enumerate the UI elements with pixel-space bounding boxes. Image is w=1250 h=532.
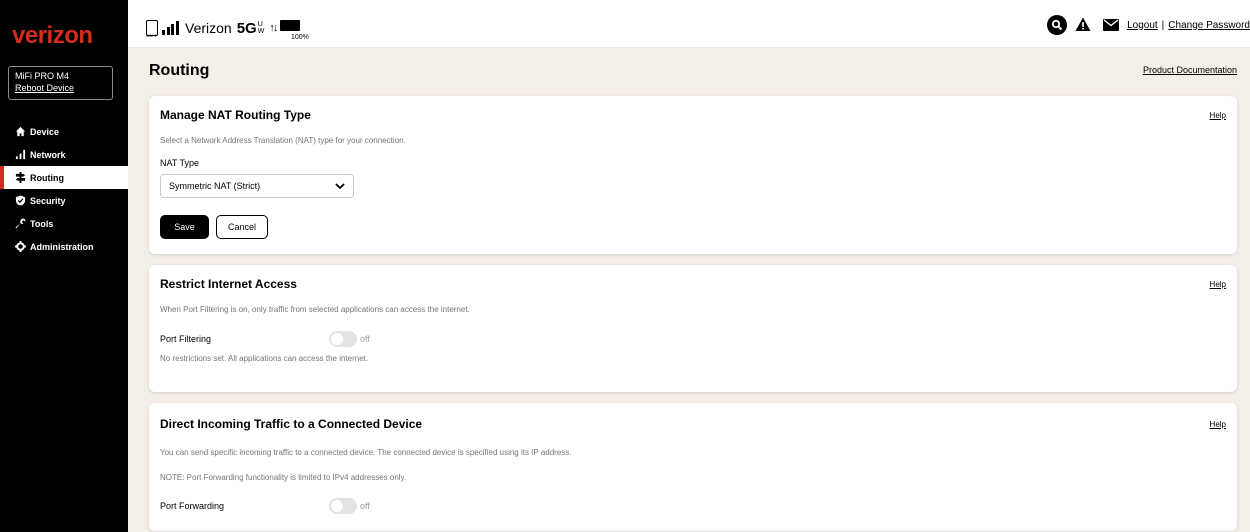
save-button[interactable]: Save	[160, 215, 209, 239]
port-forwarding-label: Port Forwarding	[160, 501, 225, 511]
change-password-link[interactable]: Change Password	[1168, 20, 1250, 31]
nat-type-value: Symmetric NAT (Strict)	[169, 181, 261, 191]
network-subtype-top: U	[257, 21, 263, 28]
sim-label: SIM 1	[146, 33, 157, 38]
mail-icon[interactable]	[1103, 19, 1120, 31]
sidebar-item-device[interactable]: Device	[0, 120, 128, 143]
sidebar-item-security[interactable]: Security	[0, 189, 128, 212]
signal-bars-icon	[14, 149, 26, 161]
page-title: Routing	[149, 62, 210, 79]
shield-icon	[14, 195, 26, 207]
main-content: Routing Product Documentation Manage NAT…	[128, 48, 1250, 532]
signpost-icon	[14, 172, 26, 184]
port-forwarding-note: NOTE: Port Forwarding functionality is l…	[160, 473, 407, 482]
port-filtering-toggle[interactable]	[329, 331, 357, 347]
header-separator: |	[1161, 19, 1165, 31]
toggle-knob	[331, 500, 343, 512]
device-name: MiFi PRO M4	[15, 71, 69, 81]
sidebar-item-administration[interactable]: Administration	[0, 235, 128, 258]
home-icon	[14, 126, 26, 138]
sidebar-item-label: Tools	[30, 218, 54, 229]
toggle-knob	[331, 333, 343, 345]
port-forwarding-card: Direct Incoming Traffic to a Connected D…	[149, 403, 1237, 531]
header-actions: Logout | Change Password	[1047, 14, 1250, 36]
data-transfer-icon: ↑↓	[269, 22, 278, 34]
network-type: 5G	[236, 19, 257, 37]
top-bar: Verizon 5G U W ↑↓ SIM 1 100% Logout | Ch…	[128, 0, 1250, 48]
sidebar-item-label: Device	[30, 126, 60, 137]
port-filtering-state: off	[360, 334, 370, 344]
verizon-logo: verizon	[12, 22, 93, 49]
sidebar-item-routing[interactable]: Routing	[0, 166, 128, 189]
reboot-device-link[interactable]: Reboot Device	[15, 82, 106, 94]
port-filtering-label: Port Filtering	[160, 334, 212, 344]
nat-type-label: NAT Type	[160, 158, 200, 168]
device-box: MiFi PRO M4 Reboot Device	[8, 66, 113, 100]
signal-strength-icon	[162, 21, 180, 35]
nat-routing-card: Manage NAT Routing Type Help Select a Ne…	[149, 96, 1237, 254]
port-forwarding-state: off	[360, 501, 370, 511]
status-indicators: Verizon 5G U W ↑↓	[146, 18, 301, 38]
logout-link[interactable]: Logout	[1127, 20, 1158, 31]
port-forwarding-toggle[interactable]	[329, 498, 357, 514]
sidebar-item-network[interactable]: Network	[0, 143, 128, 166]
cancel-button[interactable]: Cancel	[216, 215, 268, 239]
card-title: Manage NAT Routing Type	[160, 108, 311, 122]
card-title: Direct Incoming Traffic to a Connected D…	[160, 417, 423, 431]
battery-icon	[280, 19, 301, 31]
carrier-name: Verizon	[185, 20, 232, 36]
nat-type-select[interactable]: Symmetric NAT (Strict)	[160, 174, 354, 198]
sidebar-item-tools[interactable]: Tools	[0, 212, 128, 235]
sidebar-item-label: Administration	[30, 241, 94, 252]
alert-icon[interactable]	[1075, 17, 1091, 33]
sidebar: verizon MiFi PRO M4 Reboot Device Device…	[0, 0, 128, 532]
network-subtype-bottom: W	[257, 28, 265, 35]
wrench-icon	[14, 218, 26, 230]
help-link[interactable]: Help	[1210, 280, 1226, 289]
card-description: When Port Filtering is on, only traffic …	[160, 305, 470, 314]
port-filtering-note: No restrictions set. All applications ca…	[160, 354, 369, 363]
help-link[interactable]: Help	[1210, 111, 1226, 120]
sidebar-item-label: Routing	[30, 172, 64, 183]
product-documentation-link[interactable]: Product Documentation	[1143, 65, 1237, 75]
chevron-down-icon	[335, 183, 345, 190]
sidebar-nav: Device Network Routing Security Tools Ad…	[0, 120, 128, 258]
sidebar-item-label: Network	[30, 149, 66, 160]
gear-icon	[14, 241, 26, 253]
network-subtype: U W	[258, 21, 265, 35]
search-icon[interactable]	[1047, 15, 1068, 35]
card-description: Select a Network Address Translation (NA…	[160, 136, 406, 145]
battery-percent: 100%	[291, 34, 309, 41]
sidebar-item-label: Security	[30, 195, 66, 206]
card-title: Restrict Internet Access	[160, 277, 297, 291]
restrict-internet-card: Restrict Internet Access Help When Port …	[149, 265, 1237, 392]
card-description: You can send specific incoming traffic t…	[160, 448, 572, 457]
help-link[interactable]: Help	[1210, 420, 1226, 429]
